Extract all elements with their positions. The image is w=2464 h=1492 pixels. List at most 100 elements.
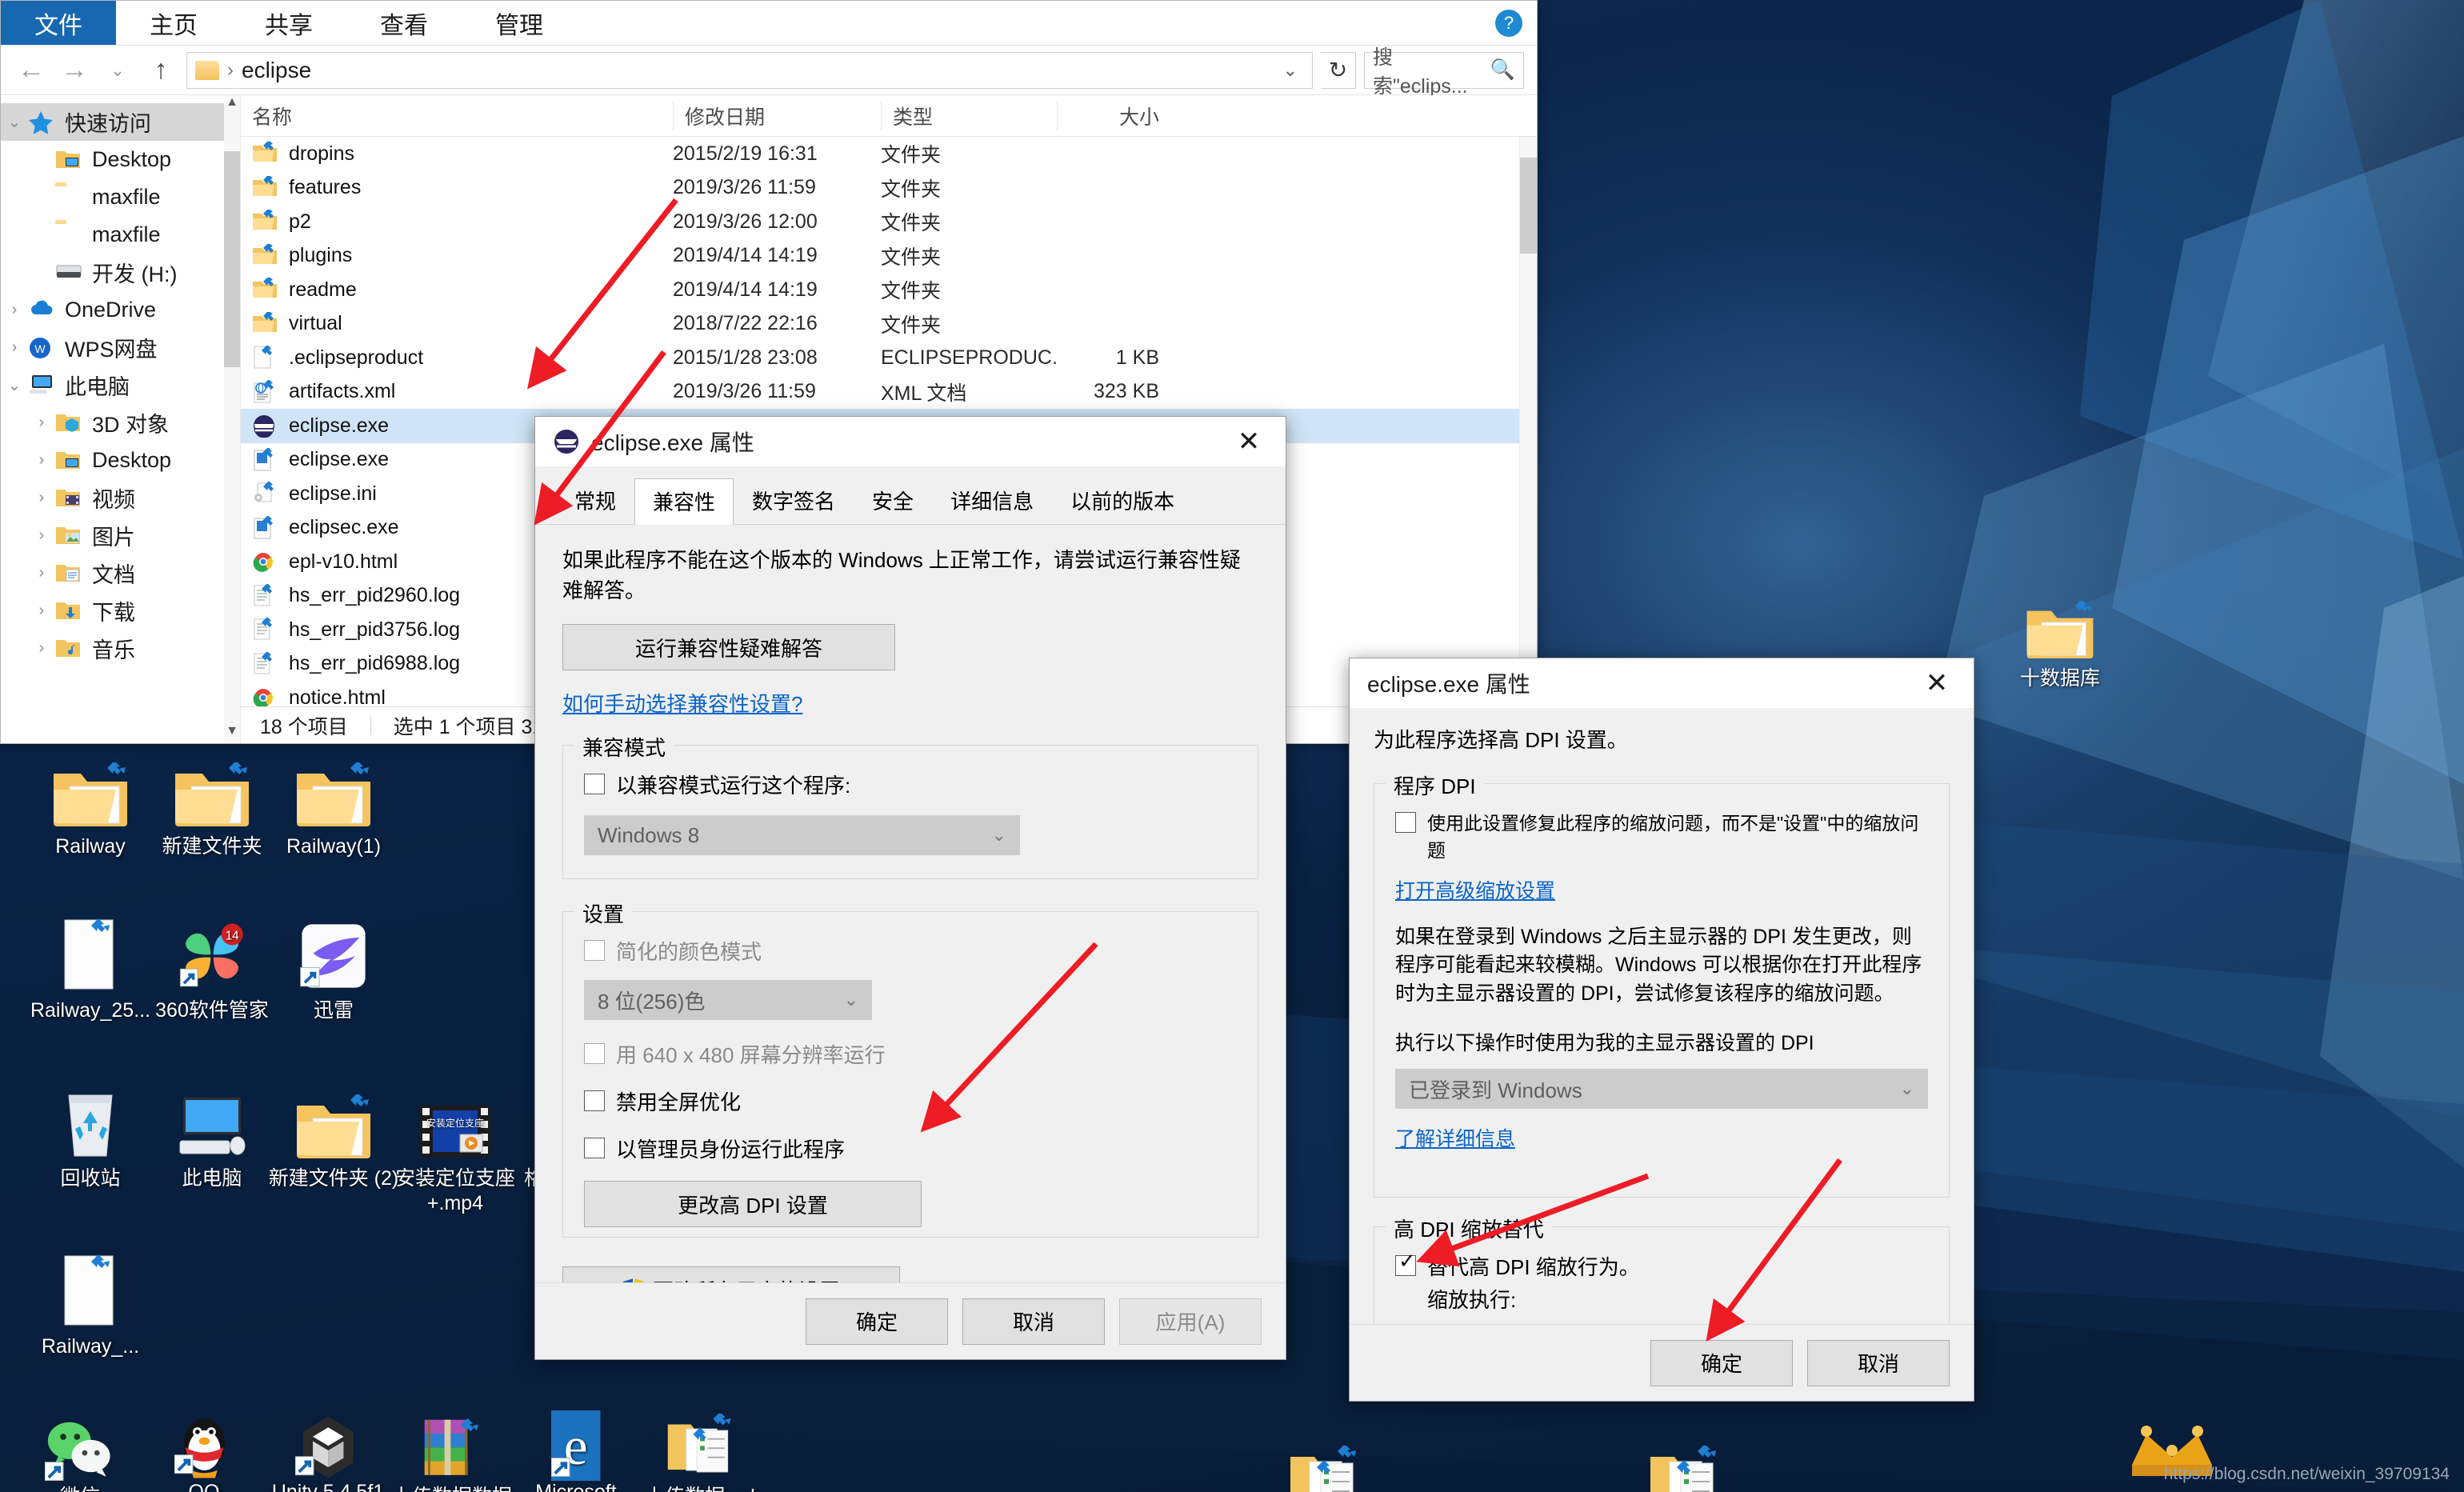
tree-chevron-icon[interactable]: › — [28, 489, 55, 507]
ribbon-tab-2[interactable]: 主页 — [116, 1, 231, 45]
tree-chevron-icon[interactable]: › — [1, 301, 28, 319]
run-compat-mode-checkbox-row[interactable]: 以兼容模式运行这个程序: — [584, 770, 1237, 799]
back-button[interactable]: ← — [14, 53, 49, 88]
column-header-size[interactable]: 大小 — [1057, 102, 1177, 130]
tab-5[interactable]: 详细信息 — [932, 478, 1052, 524]
manual-compat-link[interactable]: 如何手动选择兼容性设置? — [562, 688, 802, 718]
sidebar-item-8[interactable]: ⌄ 此电脑 — [1, 366, 240, 404]
tree-chevron-icon[interactable]: › — [1, 338, 28, 357]
table-row[interactable]: dropins 2015/2/19 16:31 文件夹 — [241, 137, 1537, 171]
compat-footer-button-2[interactable]: 取消 — [962, 1298, 1105, 1345]
tree-chevron-icon[interactable]: › — [28, 639, 55, 658]
learn-more-link[interactable]: 了解详细信息 — [1395, 1123, 1515, 1152]
sidebar-item-2[interactable]: Desktop — [1, 141, 240, 178]
tree-chevron-icon[interactable]: › — [28, 526, 55, 545]
table-row[interactable]: p2 2019/3/26 12:00 文件夹 — [241, 205, 1537, 239]
tab-1[interactable]: 常规 — [556, 478, 634, 524]
tree-chevron-icon[interactable]: › — [28, 602, 55, 620]
ribbon-tab-1[interactable]: 文件 — [1, 1, 116, 45]
recent-locations-button[interactable]: ⌄ — [100, 53, 135, 88]
color-depth-select[interactable]: 8 位(256)色 ⌄ — [584, 980, 872, 1020]
dpi-footer-button-1[interactable]: 确定 — [1650, 1340, 1793, 1386]
dpi-dialog-titlebar[interactable]: eclipse.exe 属性 ✕ — [1350, 658, 1974, 708]
compat-os-select[interactable]: Windows 8 ⌄ — [584, 815, 1020, 855]
sidebar-item-13[interactable]: › 文档 — [1, 554, 240, 592]
ribbon-tab-5[interactable]: 管理 — [462, 1, 577, 45]
tree-chevron-icon[interactable]: › — [28, 451, 55, 470]
dpi-use-select[interactable]: 已登录到 Windows ⌄ — [1395, 1069, 1928, 1109]
up-button[interactable]: ↑ — [143, 53, 178, 88]
table-row[interactable]: features 2019/3/26 11:59 文件夹 — [241, 171, 1537, 206]
help-icon[interactable]: ? — [1495, 10, 1522, 37]
sidebar-item-6[interactable]: › OneDrive — [1, 291, 240, 329]
desktop-app-icon-6[interactable]: 上传数据.xsl — [624, 1404, 776, 1492]
compat-dialog-titlebar[interactable]: eclipse.exe 属性 ✕ — [535, 417, 1286, 466]
run-compat-mode-checkbox[interactable] — [584, 774, 605, 794]
tab-6[interactable]: 以前的版本 — [1052, 478, 1193, 524]
column-header-type[interactable]: 类型 — [881, 102, 1057, 130]
table-row[interactable]: plugins 2019/4/14 14:19 文件夹 — [241, 239, 1537, 274]
filelist-scroll-thumb[interactable] — [1520, 158, 1537, 254]
ribbon-tab-3[interactable]: 共享 — [231, 1, 346, 45]
scroll-up-icon[interactable]: ▲ — [224, 95, 240, 114]
fix-scaling-checkbox[interactable] — [1395, 812, 1416, 833]
forward-button[interactable]: → — [57, 53, 92, 88]
scroll-thumb[interactable] — [224, 151, 240, 367]
reduced-color-checkbox-row[interactable]: 简化的颜色模式 — [584, 936, 1237, 966]
address-bar[interactable]: › eclipse ⌄ — [186, 52, 1313, 89]
override-dpi-checkbox-row[interactable]: 替代高 DPI 缩放行为。 缩放执行: — [1395, 1251, 1928, 1314]
run-as-admin-checkbox-row[interactable]: 以管理员身份运行此程序 — [584, 1134, 1237, 1163]
table-row[interactable]: .eclipseproduct 2015/1/28 23:08 ECLIPSEP… — [241, 341, 1537, 375]
override-dpi-checkbox[interactable] — [1395, 1255, 1416, 1276]
filelist-scrollbar[interactable] — [1519, 137, 1537, 706]
tab-2[interactable]: 兼容性 — [634, 478, 734, 525]
sidebar-item-1[interactable]: ⌄ 快速访问 — [1, 103, 240, 141]
refresh-button[interactable]: ↻ — [1321, 52, 1356, 89]
compat-footer-button-1[interactable]: 确定 — [806, 1298, 948, 1345]
run-640x480-checkbox-row[interactable]: 用 640 x 480 屏幕分辨率运行 — [584, 1039, 1237, 1069]
tree-chevron-icon[interactable]: ⌄ — [1, 112, 28, 132]
tree-chevron-icon[interactable]: › — [28, 414, 55, 432]
navpane-scrollbar[interactable]: ▲ ▼ — [224, 95, 240, 743]
reduced-color-checkbox[interactable] — [584, 940, 605, 961]
disable-fullscreen-opt-checkbox-row[interactable]: 禁用全屏优化 — [584, 1086, 1237, 1116]
sidebar-item-9[interactable]: › 3D 对象 — [1, 404, 240, 442]
sidebar-item-10[interactable]: › Desktop — [1, 442, 240, 479]
desktop-right-icon-3[interactable]: VBCodel — [1608, 1432, 1760, 1492]
desktop-right-icon-2[interactable]: wif详 — [1248, 1432, 1400, 1492]
ribbon-tab-4[interactable]: 查看 — [346, 1, 462, 45]
sidebar-item-12[interactable]: › 图片 — [1, 517, 240, 554]
sidebar-item-15[interactable]: › 音乐 — [1, 630, 240, 667]
desktop-icon-3[interactable]: Railway(1) — [258, 744, 410, 859]
run-640x480-checkbox[interactable] — [584, 1043, 605, 1064]
address-dropdown-icon[interactable]: ⌄ — [1277, 60, 1304, 81]
fix-scaling-checkbox-row[interactable]: 使用此设置修复此程序的缩放问题，而不是"设置"中的缩放问题 — [1395, 808, 1928, 862]
run-troubleshooter-button[interactable]: 运行兼容性疑难解答 — [562, 624, 895, 670]
search-input[interactable]: 搜索"eclips... 🔍 — [1364, 52, 1524, 89]
tab-4[interactable]: 安全 — [854, 478, 932, 524]
dpi-footer-button-2[interactable]: 取消 — [1807, 1340, 1950, 1386]
advanced-scaling-link[interactable]: 打开高级缩放设置 — [1395, 875, 1555, 904]
disable-fullscreen-opt-checkbox[interactable] — [584, 1090, 605, 1111]
change-high-dpi-settings-button[interactable]: 更改高 DPI 设置 — [584, 1181, 922, 1227]
column-header-date[interactable]: 修改日期 — [673, 102, 881, 130]
sidebar-item-11[interactable]: › 视频 — [1, 479, 240, 517]
desktop-right-icon-1[interactable]: 十数据库 — [1984, 576, 2136, 691]
table-row[interactable]: readme 2019/4/14 14:19 文件夹 — [241, 273, 1537, 307]
table-row[interactable]: artifacts.xml 2019/3/26 11:59 XML 文档 323… — [241, 375, 1537, 410]
tree-chevron-icon[interactable]: › — [28, 564, 55, 582]
tree-chevron-icon[interactable]: ⌄ — [1, 375, 28, 395]
sidebar-item-14[interactable]: › 下载 — [1, 592, 240, 630]
sidebar-item-4[interactable]: maxfile — [1, 216, 240, 254]
scroll-down-icon[interactable]: ▼ — [224, 724, 240, 743]
column-header-name[interactable]: 名称 — [241, 102, 673, 130]
table-row[interactable]: virtual 2018/7/22 22:16 文件夹 — [241, 307, 1537, 342]
close-icon[interactable]: ✕ — [1212, 417, 1286, 466]
tab-3[interactable]: 数字签名 — [734, 478, 854, 524]
close-icon[interactable]: ✕ — [1900, 658, 1974, 708]
run-as-admin-checkbox[interactable] — [584, 1138, 605, 1158]
sidebar-item-3[interactable]: maxfile — [1, 178, 240, 216]
sidebar-item-7[interactable]: › W WPS网盘 — [1, 329, 240, 366]
desktop-icon-6[interactable]: 迅雷 — [258, 908, 410, 1023]
desktop-icon-12[interactable]: Railway_... — [14, 1244, 166, 1359]
